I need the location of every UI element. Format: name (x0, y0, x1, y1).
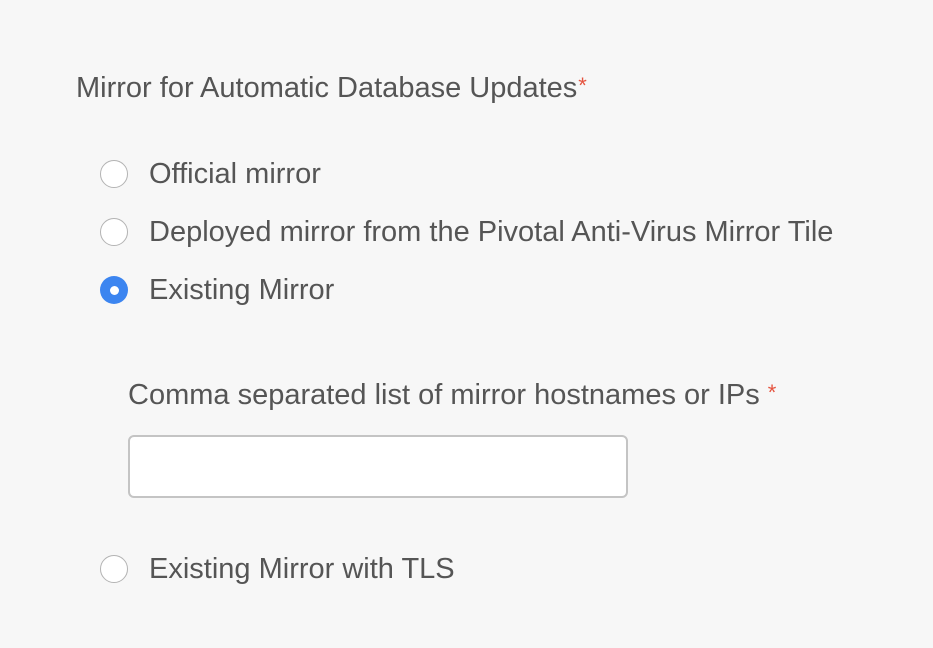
radio-button-official-mirror[interactable] (100, 160, 128, 188)
radio-option-existing-mirror-tls[interactable]: Existing Mirror with TLS (100, 551, 455, 587)
radio-option-deployed-mirror[interactable]: Deployed mirror from the Pivotal Anti-Vi… (100, 214, 833, 250)
mirror-section-label: Mirror for Automatic Database Updates* (76, 70, 587, 106)
radio-label-official-mirror: Official mirror (149, 158, 321, 190)
mirror-section-title: Mirror for Automatic Database Updates (76, 72, 578, 104)
radio-label-existing-mirror-tls: Existing Mirror with TLS (149, 553, 455, 585)
radio-button-existing-mirror[interactable] (100, 276, 128, 304)
hostnames-label-text: Comma separated list of mirror hostnames… (128, 379, 760, 411)
mirror-hostnames-input[interactable] (128, 435, 628, 498)
radio-label-existing-mirror: Existing Mirror (149, 274, 335, 306)
radio-option-existing-mirror[interactable]: Existing Mirror (100, 272, 334, 308)
radio-button-deployed-mirror[interactable] (100, 218, 128, 246)
required-asterisk: * (578, 73, 587, 98)
required-asterisk: * (767, 380, 777, 405)
radio-option-official-mirror[interactable]: Official mirror (100, 156, 321, 192)
radio-button-existing-mirror-tls[interactable] (100, 555, 128, 583)
radio-label-deployed-mirror: Deployed mirror from the Pivotal Anti-Vi… (149, 216, 834, 248)
hostnames-field-label: Comma separated list of mirror hostnames… (128, 377, 776, 413)
